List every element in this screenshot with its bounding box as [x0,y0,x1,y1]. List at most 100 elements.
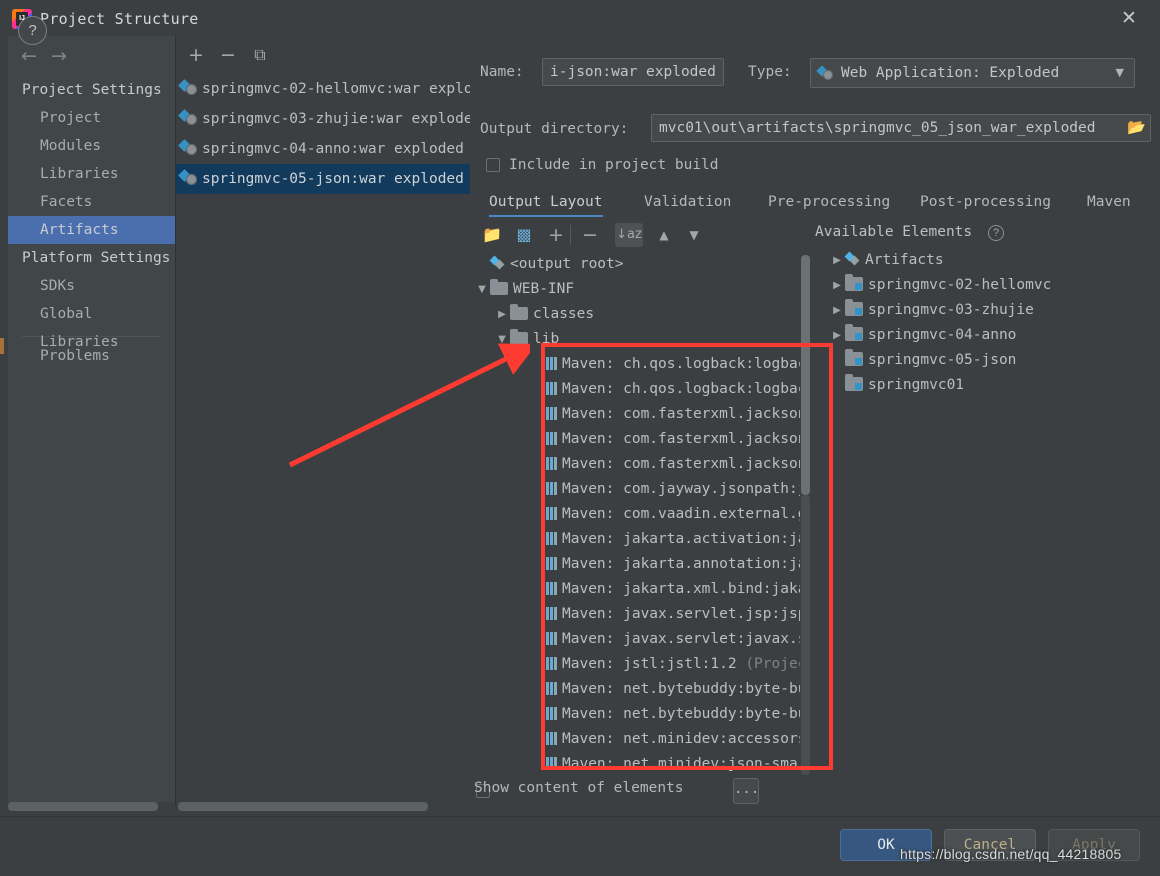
jar-icon [546,532,557,545]
tree-node-library[interactable]: Maven: jakarta.xml.bind:jaka [470,577,815,602]
tree-node-library[interactable]: Maven: com.fasterxml.jackson [470,452,815,477]
tree-node-library[interactable]: Maven: jakarta.activation:ja [470,527,815,552]
artifacts-horizontal-scrollbar[interactable] [178,802,468,811]
tree-node-web-inf[interactable]: ▼ WEB-INF [470,277,815,302]
artifact-name-input[interactable]: i-json:war exploded [542,58,724,86]
artifact-list-item[interactable]: springmvc-03-zhujie:war exploded [176,104,481,134]
tree-node-classes[interactable]: ▶ classes [470,302,815,327]
module-icon [845,324,863,341]
remove-artifact-button[interactable]: − [218,43,238,67]
tree-node-label: Maven: javax.servlet.jsp:jsp [562,606,807,622]
remove-element-button[interactable]: − [578,223,602,247]
sidebar-item-facets[interactable]: Facets [8,188,175,216]
available-node-label: springmvc-02-hellomvc [868,277,1052,293]
artifacts-panel: + − ⧉ springmvc-02-hellomvc:war exploded… [176,36,499,806]
tree-node-library[interactable]: Maven: javax.servlet.jsp:jsp [470,602,815,627]
copy-artifact-button[interactable]: ⧉ [250,43,270,67]
sidebar-item-problems[interactable]: Problems [8,342,175,370]
output-layout-tree: <output root> ▼ WEB-INF ▶ classes ▼ lib Mav… [470,252,815,775]
artifact-type-dropdown[interactable]: Web Application: Exploded ▼ [810,58,1135,88]
sidebar-item-global-libraries[interactable]: Global Libraries [8,300,175,350]
tree-node-output-root[interactable]: <output root> [470,252,815,277]
add-copy-of-button[interactable]: + [544,223,568,247]
create-archive-button[interactable]: ▩ [512,223,536,247]
output-directory-input[interactable]: mvc01\out\artifacts\springmvc_05_json_wa… [651,114,1151,142]
jar-icon [546,457,557,470]
tree-node-library[interactable]: Maven: com.fasterxml.jackson [470,402,815,427]
chevron-down-icon[interactable]: ▼ [474,277,490,302]
module-icon [845,349,863,366]
jar-icon [546,607,557,620]
output-directory-label: Output directory: [480,121,629,137]
more-options-button[interactable]: ... [733,778,759,804]
artifact-list-item[interactable]: springmvc-02-hellomvc:war exploded [176,74,499,104]
output-tree-vertical-scrollbar[interactable] [800,255,811,775]
tab-output-layout[interactable]: Output Layout [489,190,603,217]
available-node-module[interactable]: ▶ springmvc-02-hellomvc [815,273,1160,298]
tree-node-library[interactable]: Maven: com.fasterxml.jackson [470,427,815,452]
tree-node-library[interactable]: Maven: net.bytebuddy:byte-bu [470,677,815,702]
sidebar-item-libraries[interactable]: Libraries [8,160,175,188]
arrow-left-icon[interactable]: ← [16,44,42,68]
available-node-module[interactable]: springmvc01 [815,373,1160,398]
sort-alphabetically-button[interactable]: ↓az [615,223,643,247]
type-label: Type: [748,64,792,80]
web-artifact-icon [180,80,200,96]
tree-node-library[interactable]: Maven: javax.servlet:javax.s [470,627,815,652]
chevron-right-icon[interactable]: ▶ [829,323,845,348]
tree-node-lib[interactable]: ▼ lib [470,327,815,352]
chevron-down-icon[interactable]: ▼ [494,327,510,352]
jar-icon [546,682,557,695]
available-node-artifacts[interactable]: ▶ Artifacts [815,248,1160,273]
create-directory-button[interactable]: 📁 [480,223,504,247]
available-node-module[interactable]: ▶ springmvc-03-zhujie [815,298,1160,323]
sidebar-item-sdks[interactable]: SDKs [8,272,175,300]
sidebar-item-artifacts[interactable]: Artifacts [8,216,175,244]
close-icon[interactable]: ✕ [1112,6,1146,32]
tree-node-label: Maven: com.vaadin.external.g [562,506,807,522]
tree-node-library[interactable]: Maven: net.bytebuddy:byte-bu [470,702,815,727]
tree-node-label: Maven: jakarta.annotation:ja [562,556,807,572]
tab-validation[interactable]: Validation [644,190,731,214]
tree-node-library[interactable]: Maven: com.vaadin.external.g [470,502,815,527]
artifact-list-item[interactable]: springmvc-04-anno:war exploded [176,134,470,164]
include-in-build-checkbox[interactable] [486,158,500,172]
artifacts-toolbar: + − ⧉ [176,36,470,74]
web-artifact-icon [818,66,836,81]
sidebar-horizontal-scrollbar[interactable] [8,802,175,811]
chevron-right-icon[interactable]: ▶ [829,273,845,298]
tree-node-library[interactable]: Maven: jakarta.annotation:ja [470,552,815,577]
move-down-button[interactable]: ▼ [682,223,706,247]
chevron-right-icon[interactable]: ▶ [494,302,510,327]
web-artifact-icon [180,110,200,126]
tree-node-label: Maven: ch.qos.logback:logbac [562,381,807,397]
available-elements-tree: ▶ Artifacts ▶ springmvc-02-hellomvc ▶ sprin… [815,248,1160,775]
tree-node-library[interactable]: Maven: ch.qos.logback:logbac [470,352,815,377]
help-icon[interactable]: ? [988,225,1004,241]
sidebar-group-project-settings: Project Settings [22,82,162,98]
artifact-list-item-selected[interactable]: springmvc-05-json:war exploded [176,164,470,194]
tree-node-library[interactable]: Maven: jstl:jstl:1.2 (Projec [470,652,815,677]
tree-node-label: Maven: net.bytebuddy:byte-bu [562,706,807,722]
tree-node-library[interactable]: Maven: net.minidev:accessors [470,727,815,752]
add-artifact-button[interactable]: + [186,43,206,67]
available-node-module[interactable]: ▶ springmvc-04-anno [815,323,1160,348]
folder-open-icon[interactable]: 📂 [1127,118,1146,136]
tab-pre-processing[interactable]: Pre-processing [768,190,890,214]
tab-post-processing[interactable]: Post-processing [920,190,1051,214]
tree-node-library[interactable]: Maven: ch.qos.logback:logbac [470,377,815,402]
sidebar-item-project[interactable]: Project [8,104,175,132]
jar-icon [546,357,557,370]
sidebar-item-modules[interactable]: Modules [8,132,175,160]
arrow-right-icon[interactable]: → [46,44,72,68]
tree-node-label: Maven: jakarta.xml.bind:jaka [562,581,807,597]
tree-node-library[interactable]: Maven: com.jayway.jsonpath:j [470,477,815,502]
tree-node-label: Maven: net.minidev:json-smar [562,756,807,772]
tree-node-library[interactable]: Maven: net.minidev:json-smar [470,752,815,775]
chevron-right-icon[interactable]: ▶ [829,298,845,323]
tab-maven[interactable]: Maven [1087,190,1131,214]
available-node-module[interactable]: springmvc-05-json [815,348,1160,373]
chevron-right-icon[interactable]: ▶ [829,248,845,273]
tree-node-label: Maven: jakarta.activation:ja [562,531,807,547]
move-up-button[interactable]: ▲ [652,223,676,247]
